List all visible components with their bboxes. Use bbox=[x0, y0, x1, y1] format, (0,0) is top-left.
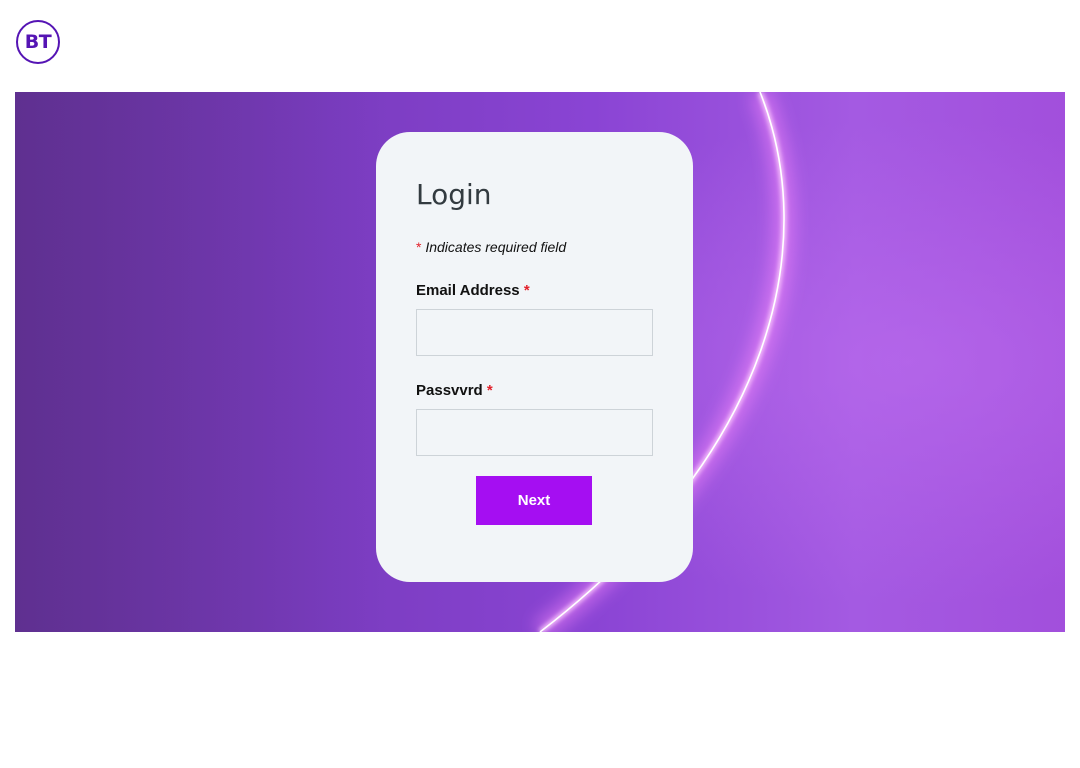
bt-logo[interactable]: BT bbox=[16, 20, 60, 64]
password-label: Passvvrd * bbox=[416, 382, 493, 399]
password-field[interactable] bbox=[416, 409, 653, 456]
logo-text: BT bbox=[24, 31, 52, 53]
login-card: Login * Indicates required field Email A… bbox=[376, 132, 693, 582]
email-required-star: * bbox=[523, 282, 530, 299]
email-label: Email Address * bbox=[416, 282, 530, 299]
next-button[interactable]: Next bbox=[476, 476, 592, 525]
site-header: BT bbox=[0, 0, 1080, 92]
email-field[interactable] bbox=[416, 309, 653, 356]
page-title: Login bbox=[416, 178, 492, 211]
password-required-star: * bbox=[486, 382, 493, 399]
required-star: * bbox=[416, 239, 422, 255]
password-label-text: Passvvrd bbox=[416, 382, 483, 399]
email-label-text: Email Address bbox=[416, 282, 520, 299]
required-note: * Indicates required field bbox=[416, 239, 566, 255]
required-note-text: Indicates required field bbox=[425, 239, 567, 255]
